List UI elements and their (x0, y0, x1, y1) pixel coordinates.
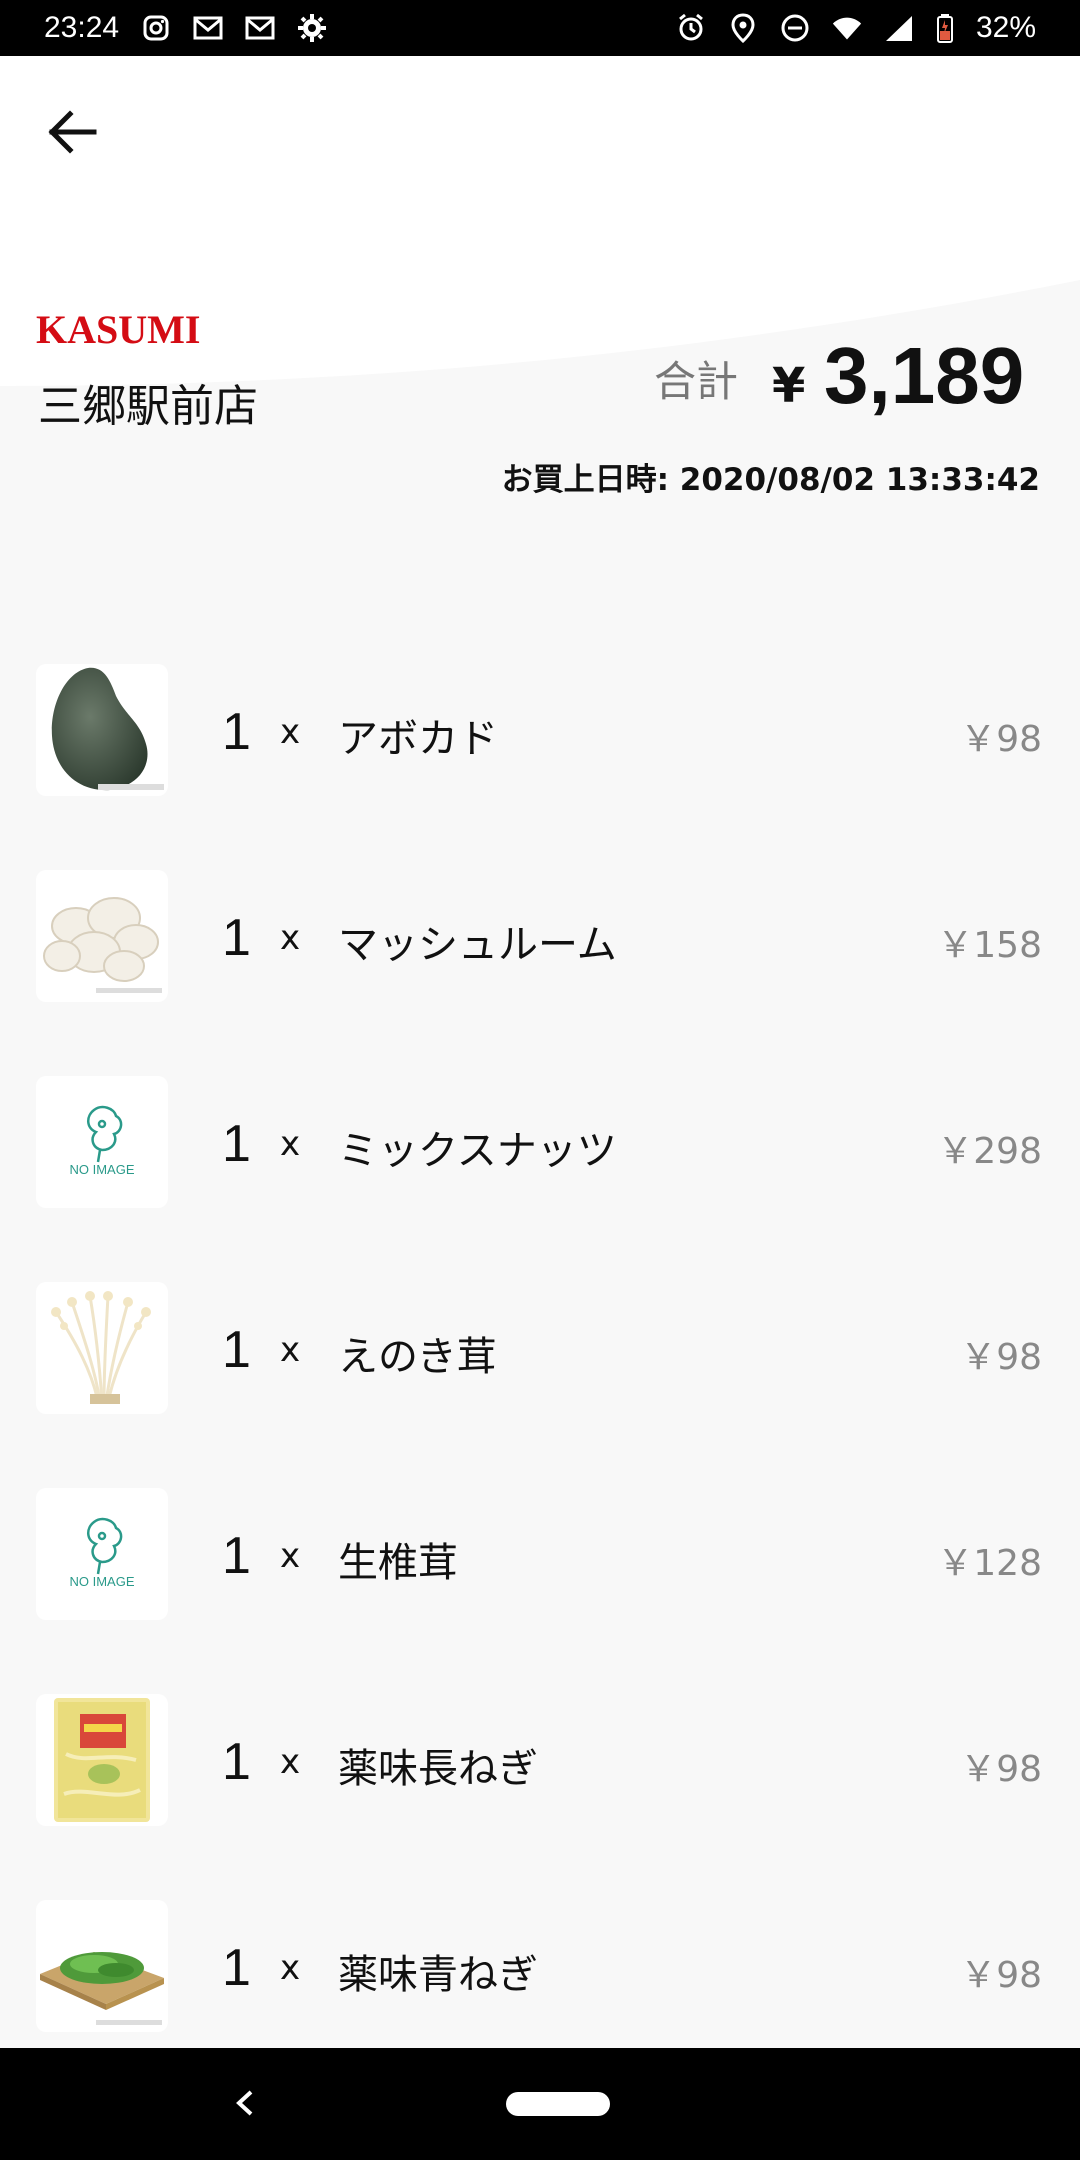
status-time: 23:24 (44, 11, 120, 44)
product-image-avocado (36, 664, 168, 796)
list-item[interactable]: 1 x 薬味青ねぎ ￥98 (0, 1878, 1080, 2032)
back-button[interactable] (40, 100, 104, 164)
times-sign: x (280, 1536, 301, 1576)
item-quantity: 1 (222, 1115, 251, 1173)
item-name: 薬味青ねぎ (338, 1952, 538, 1998)
item-quantity: 1 (222, 1321, 251, 1379)
item-price: ￥98 (960, 719, 1042, 760)
home-pill-button[interactable] (506, 2092, 610, 2116)
nav-back-button[interactable] (220, 2078, 270, 2128)
instagram-icon (141, 13, 171, 43)
item-price: ￥98 (960, 1955, 1042, 1996)
list-item[interactable]: 1 x 薬味長ねぎ ￥98 (0, 1672, 1080, 1826)
list-item[interactable]: NO IMAGE 1 x 生椎茸 ￥128 (0, 1466, 1080, 1620)
arrow-left-icon (48, 110, 97, 154)
signal-icon (884, 13, 914, 43)
list-item[interactable]: NO IMAGE 1 x ミックスナッツ ￥298 (0, 1054, 1080, 1208)
list-item[interactable]: 1 x マッシュルーム ￥158 (0, 848, 1080, 1002)
product-image-mushroom (36, 870, 168, 1002)
location-icon (728, 13, 758, 43)
times-sign: x (280, 1330, 301, 1370)
gmail-icon (245, 13, 275, 43)
no-image-label: NO IMAGE (69, 1162, 134, 1177)
battery-icon (936, 13, 954, 43)
item-quantity: 1 (222, 1527, 251, 1585)
item-quantity: 1 (222, 1939, 251, 1997)
product-image-placeholder: NO IMAGE (36, 1488, 168, 1620)
item-name: 薬味長ねぎ (338, 1746, 538, 1792)
times-sign: x (280, 712, 301, 752)
product-image-placeholder: NO IMAGE (36, 1076, 168, 1208)
product-image-enoki (36, 1282, 168, 1414)
item-name: 生椎茸 (338, 1540, 458, 1586)
item-price: ￥158 (937, 925, 1042, 966)
item-price: ￥98 (960, 1749, 1042, 1790)
times-sign: x (280, 1742, 301, 1782)
alarm-icon (676, 13, 706, 43)
item-name: マッシュルーム (338, 922, 617, 968)
list-item[interactable]: 1 x アボカド ￥98 (0, 642, 1080, 796)
dnd-icon (780, 13, 810, 43)
gmail-icon (193, 13, 223, 43)
no-image-label: NO IMAGE (69, 1574, 134, 1589)
status-bar: 23:24 32% (0, 0, 1080, 56)
brand-logo: KASUMI (36, 307, 201, 352)
settings-icon (297, 13, 327, 43)
navigation-bar (0, 2048, 1080, 2160)
item-quantity: 1 (222, 703, 251, 761)
times-sign: x (280, 1948, 301, 1988)
store-name: 三郷駅前店 (38, 381, 258, 432)
item-name: えのき茸 (338, 1334, 497, 1380)
total-label: 合計 (654, 357, 739, 406)
list-item[interactable]: 1 x えのき茸 ￥98 (0, 1260, 1080, 1414)
battery-percentage: 32% (975, 11, 1036, 44)
product-image-leek-pack (36, 1694, 168, 1826)
total-amount: 3,189 (824, 331, 1025, 420)
total-currency: ¥ (772, 358, 806, 414)
item-price: ￥128 (937, 1543, 1042, 1584)
item-price: ￥298 (937, 1131, 1042, 1172)
item-name: ミックスナッツ (338, 1128, 617, 1174)
times-sign: x (280, 1124, 301, 1164)
wifi-icon (832, 13, 862, 43)
purchase-date: お買上日時: 2020/08/02 13:33:42 (501, 462, 1040, 498)
item-price: ￥98 (960, 1337, 1042, 1378)
product-image-green-onion (36, 1900, 168, 2032)
item-quantity: 1 (222, 909, 251, 967)
chevron-left-icon (236, 2090, 253, 2116)
item-name: アボカド (338, 716, 498, 762)
times-sign: x (280, 918, 301, 958)
item-quantity: 1 (222, 1733, 251, 1791)
